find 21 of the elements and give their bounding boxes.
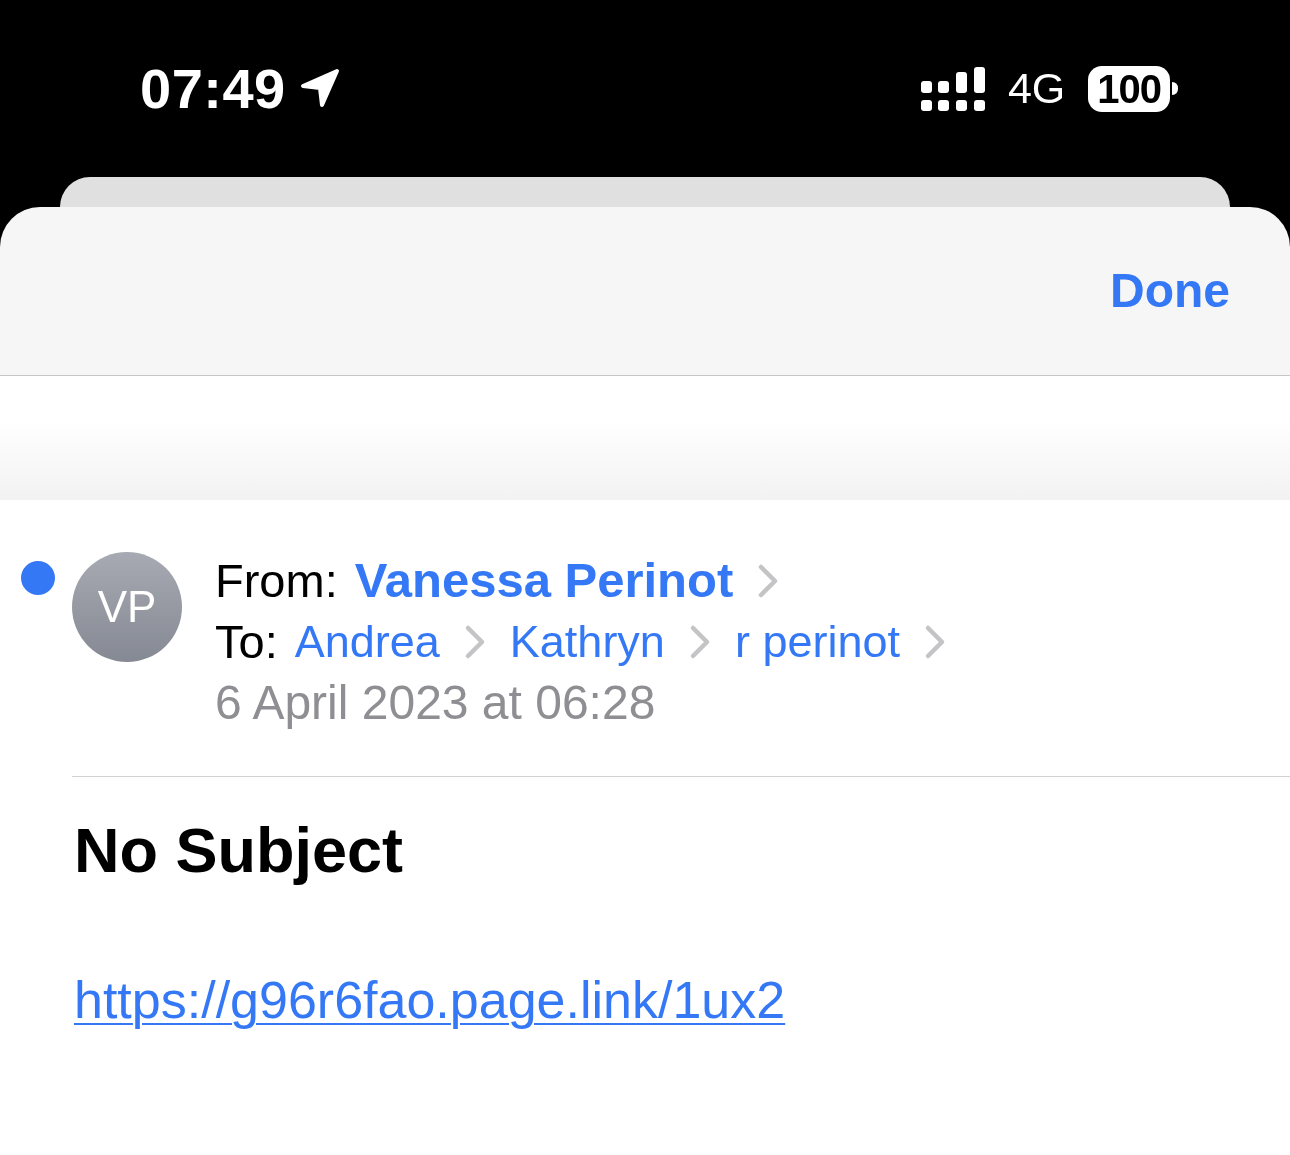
to-label: To: <box>215 618 278 665</box>
chevron-icon <box>463 623 486 660</box>
recipient-name[interactable]: r perinot <box>734 619 900 664</box>
signal-icon <box>920 66 985 111</box>
avatar[interactable]: VP <box>72 552 182 662</box>
battery-tip-icon <box>1172 82 1178 95</box>
battery-percentage: 100 <box>1088 65 1170 112</box>
recipient-name[interactable]: Andrea <box>294 619 440 664</box>
sender-name[interactable]: Vanessa Perinot <box>354 556 734 605</box>
message-link[interactable]: https://g96r6fao.page.link/1ux2 <box>74 969 786 1031</box>
network-type: 4G <box>1007 67 1066 110</box>
status-time: 07:49 <box>140 60 286 117</box>
message-subject: No Subject <box>74 814 404 887</box>
chevron-icon <box>688 623 711 660</box>
location-arrow-icon <box>299 67 340 108</box>
chevron-icon <box>757 562 780 599</box>
done-button[interactable]: Done <box>1110 267 1230 315</box>
message-date: 6 April 2023 at 06:28 <box>215 678 656 727</box>
recipient-name[interactable]: Kathryn <box>509 619 665 664</box>
chevron-icon <box>924 623 946 660</box>
from-label: From: <box>215 557 338 604</box>
